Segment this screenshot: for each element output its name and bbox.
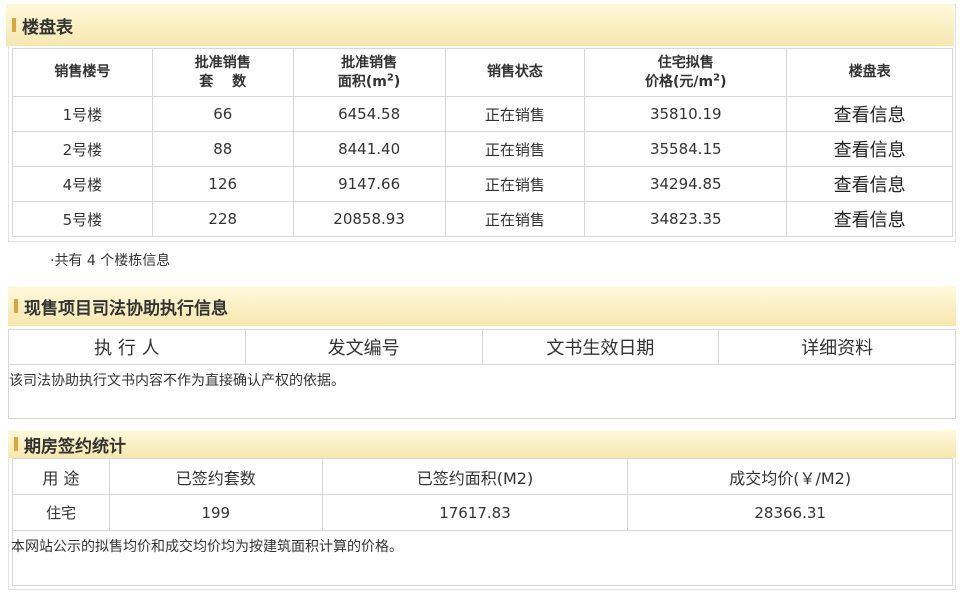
table-header-row: 执 行 人 发文编号 文书生效日期 详细资料 bbox=[8, 329, 956, 365]
col-use: 用 途 bbox=[12, 458, 110, 495]
area-unit-close: ) bbox=[393, 73, 401, 90]
judicial-info-table: 执 行 人 发文编号 文书生效日期 详细资料 bbox=[8, 329, 956, 365]
table-row: 5号楼 228 20858.93 正在销售 34823.35 查看信息 bbox=[12, 201, 953, 237]
cell-price: 35584.15 bbox=[584, 131, 788, 167]
col-document-number: 发文编号 bbox=[244, 329, 483, 365]
cell-building: 5号楼 bbox=[12, 201, 153, 237]
cell-units: 66 bbox=[151, 96, 294, 132]
col-signed-area: 已签约面积(M2) bbox=[321, 458, 629, 495]
judicial-note: 该司法协助执行文书内容不作为直接确认产权的依据。 bbox=[9, 373, 345, 389]
view-info-link[interactable]: 查看信息 bbox=[786, 96, 953, 132]
col-price: 住宅拟售 价格(元/m2) bbox=[584, 48, 788, 97]
view-info-link[interactable]: 查看信息 bbox=[786, 166, 953, 202]
cell-price: 35810.19 bbox=[584, 96, 788, 132]
contract-note: 本网站公示的拟售均价和成交均价均为按建筑面积计算的价格。 bbox=[11, 539, 403, 555]
col-approved-area: 批准销售 面积(m2) bbox=[292, 48, 446, 97]
contract-stats-header: 期房签约统计 bbox=[8, 430, 956, 458]
cell-signed-units: 199 bbox=[108, 494, 323, 531]
col-building: 销售楼号 bbox=[12, 48, 153, 97]
col-approved-area-line2: 面积(m2) bbox=[294, 71, 445, 92]
table-header-row: 销售楼号 批准销售 套 数 批准销售 面积(m2) 销售状态 住宅拟售 价格(元… bbox=[12, 48, 953, 97]
judicial-info-header: 现售项目司法协助执行信息 bbox=[8, 286, 956, 326]
col-details: 详细资料 bbox=[718, 329, 956, 365]
col-approved-units-line1: 批准销售 bbox=[194, 54, 251, 71]
cell-area: 9147.66 bbox=[292, 166, 446, 202]
section-marker-icon bbox=[14, 437, 18, 451]
cell-status: 正在销售 bbox=[444, 166, 586, 202]
building-table-header: 楼盘表 bbox=[6, 4, 954, 46]
cell-price: 34294.85 bbox=[584, 166, 788, 202]
building-table: 销售楼号 批准销售 套 数 批准销售 面积(m2) 销售状态 住宅拟售 价格(元… bbox=[12, 48, 953, 237]
cell-signed-area: 17617.83 bbox=[321, 494, 629, 531]
section-title: 楼盘表 bbox=[22, 17, 73, 38]
table-row: 1号楼 66 6454.58 正在销售 35810.19 查看信息 bbox=[12, 96, 953, 132]
price-unit-text: 价格(元/m bbox=[645, 73, 714, 90]
cell-units: 88 bbox=[151, 131, 294, 167]
table-row: 4号楼 126 9147.66 正在销售 34294.85 查看信息 bbox=[12, 166, 953, 202]
cell-building: 4号楼 bbox=[12, 166, 153, 202]
col-table: 楼盘表 bbox=[786, 48, 953, 97]
col-status: 销售状态 bbox=[444, 48, 586, 97]
view-info-link[interactable]: 查看信息 bbox=[786, 201, 953, 237]
cell-building: 2号楼 bbox=[12, 131, 153, 167]
price-unit-close: ) bbox=[720, 73, 727, 90]
col-approved-units: 批准销售 套 数 bbox=[151, 48, 294, 97]
area-unit-sup: 2 bbox=[386, 71, 394, 83]
table-row: 住宅 199 17617.83 28366.31 bbox=[12, 494, 953, 531]
col-signed-units: 已签约套数 bbox=[108, 458, 323, 495]
cell-area: 20858.93 bbox=[292, 201, 446, 237]
cell-status: 正在销售 bbox=[444, 201, 586, 237]
col-price-line2: 价格(元/m2) bbox=[585, 72, 786, 92]
building-count-text: ·共有 4 个楼栋信息 bbox=[50, 253, 171, 269]
col-approved-units-line2: 套 数 bbox=[199, 73, 247, 90]
area-unit-text: 面积(m bbox=[337, 73, 387, 90]
cell-building: 1号楼 bbox=[12, 96, 153, 132]
section-title: 期房签约统计 bbox=[24, 436, 126, 457]
col-avg-price: 成交均价(￥/M2) bbox=[627, 458, 953, 495]
cell-price: 34823.35 bbox=[584, 201, 788, 237]
contract-stats-table: 用 途 已签约套数 已签约面积(M2) 成交均价(￥/M2) 住宅 199 17… bbox=[12, 458, 953, 531]
cell-area: 6454.58 bbox=[292, 96, 446, 132]
view-info-link[interactable]: 查看信息 bbox=[786, 131, 953, 167]
col-price-line1: 住宅拟售 bbox=[657, 54, 714, 71]
col-approved-area-line1: 批准销售 bbox=[341, 54, 398, 71]
cell-avg-price: 28366.31 bbox=[627, 494, 953, 531]
col-executor: 执 行 人 bbox=[8, 329, 246, 365]
table-row: 2号楼 88 8441.40 正在销售 35584.15 查看信息 bbox=[12, 131, 953, 167]
cell-status: 正在销售 bbox=[444, 131, 586, 167]
table-header-row: 用 途 已签约套数 已签约面积(M2) 成交均价(￥/M2) bbox=[12, 458, 953, 495]
cell-units: 228 bbox=[151, 201, 294, 237]
cell-use: 住宅 bbox=[12, 494, 110, 531]
section-marker-icon bbox=[12, 18, 16, 32]
cell-area: 8441.40 bbox=[292, 131, 446, 167]
col-effective-date: 文书生效日期 bbox=[481, 329, 720, 365]
cell-status: 正在销售 bbox=[444, 96, 586, 132]
section-title: 现售项目司法协助执行信息 bbox=[24, 298, 228, 319]
section-marker-icon bbox=[14, 299, 18, 313]
cell-units: 126 bbox=[151, 166, 294, 202]
